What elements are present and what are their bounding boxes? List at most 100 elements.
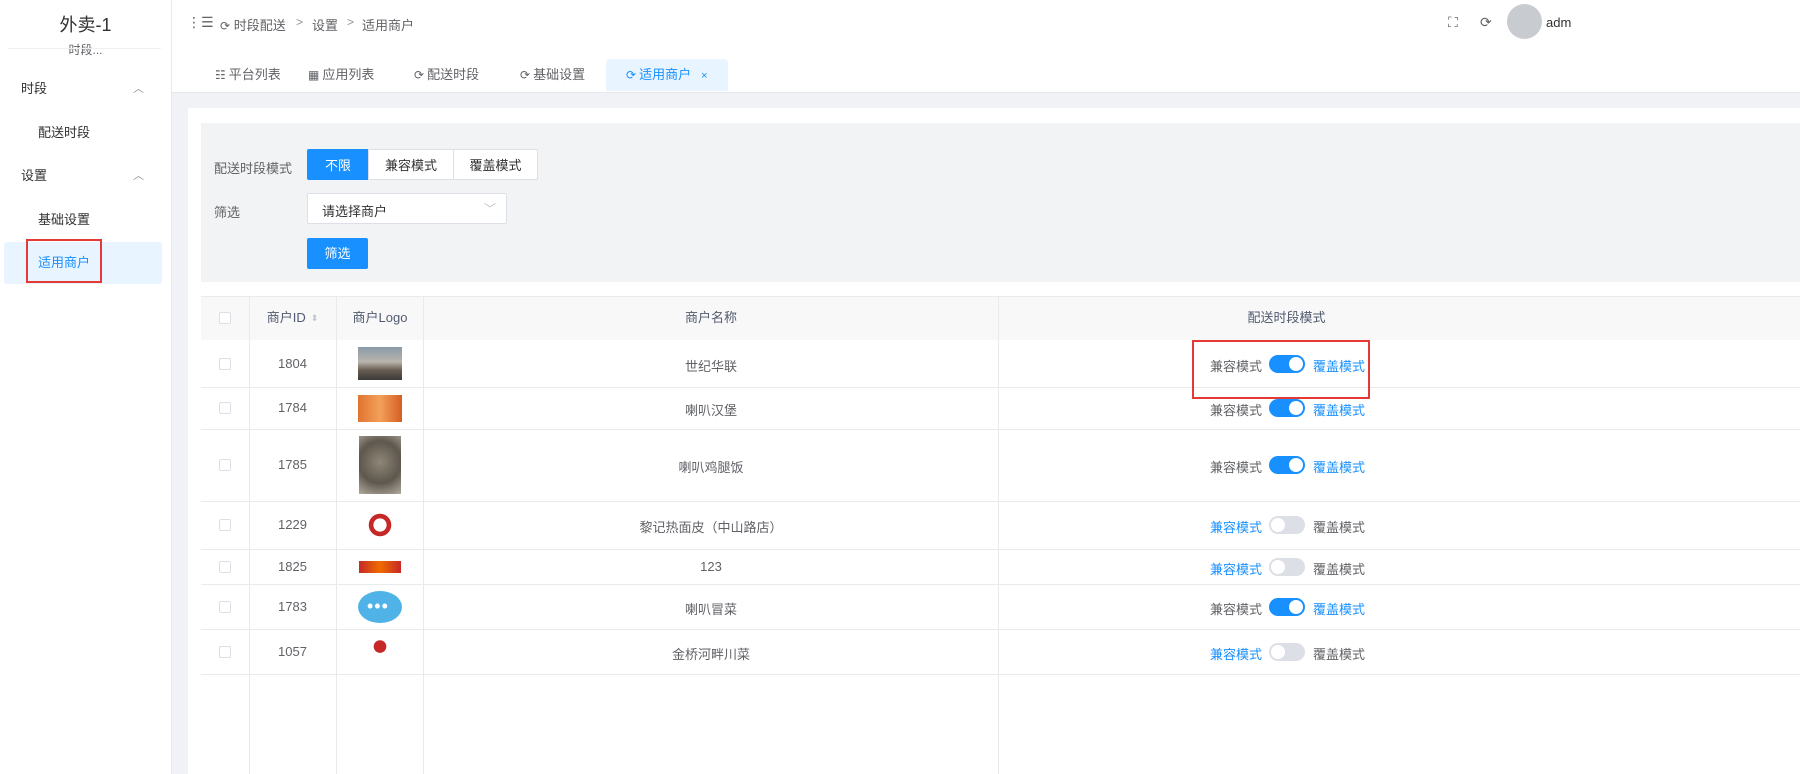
toggle-knob	[1271, 559, 1285, 574]
divider	[201, 296, 1800, 297]
divider	[201, 387, 1800, 388]
merchant-table: 商户ID ⬍ 商户Logo 商户名称 配送时段模式 1804 世纪华联 兼容模式 覆盖模…	[201, 296, 1800, 774]
breadcrumb-item[interactable]: 设置	[312, 15, 338, 34]
row-checkbox[interactable]	[219, 600, 231, 613]
mode-compatible-label[interactable]: 兼容模式	[1210, 644, 1262, 663]
divider	[201, 501, 1800, 502]
seal-logo-icon	[368, 511, 392, 539]
row-checkbox[interactable]	[219, 560, 231, 573]
mode-toggle-switch[interactable]	[1269, 399, 1305, 417]
merchant-id: 1783	[278, 598, 307, 614]
divider	[201, 629, 1800, 630]
refresh-icon[interactable]: ⟳	[1480, 14, 1492, 31]
row-checkbox[interactable]	[219, 645, 231, 658]
breadcrumb-item[interactable]: 时段配送	[234, 18, 286, 33]
close-icon[interactable]: ×	[701, 70, 707, 82]
mode-switch-group: 兼容模式 覆盖模式	[1210, 456, 1370, 476]
sidebar: 外卖-1 时段... 时段 ︿ 配送时段 设置 ︿ 基础设置 适用商户	[0, 0, 172, 774]
refresh-icon: ⟳	[520, 68, 531, 82]
row-checkbox[interactable]	[219, 519, 231, 531]
select-all-checkbox[interactable]	[219, 312, 231, 324]
top-header: ⋮☰ ⟳ 时段配送 > 设置 > 适用商户 ⛶ ⟳ adm	[172, 0, 1800, 46]
mode-override-label[interactable]: 覆盖模式	[1313, 400, 1365, 419]
menu-item-label: 配送时段	[38, 125, 91, 140]
merchant-id: 1229	[278, 517, 307, 532]
filter-button[interactable]: 筛选	[307, 238, 368, 269]
photo-icon	[358, 347, 402, 380]
mode-option-override[interactable]: 覆盖模式	[453, 149, 538, 180]
row-checkbox[interactable]	[219, 357, 231, 370]
mode-override-label[interactable]: 覆盖模式	[1313, 559, 1365, 578]
fullscreen-icon[interactable]: ⛶	[1448, 14, 1458, 31]
divider	[201, 549, 1800, 550]
row-checkbox[interactable]	[219, 459, 231, 471]
divider	[998, 296, 999, 774]
menu-item-delivery-slots[interactable]: 配送时段	[4, 112, 162, 154]
toggle-knob	[1271, 644, 1285, 659]
mode-toggle-switch[interactable]	[1269, 516, 1305, 534]
menu-group-timeslot[interactable]: 时段 ︿	[0, 69, 171, 109]
food-photo-icon	[358, 394, 402, 422]
merchant-id: 1784	[278, 400, 307, 415]
tab-basic-settings[interactable]: ⟳ 基础设置	[520, 59, 585, 91]
breadcrumb-separator: >	[296, 15, 304, 29]
tab-label: 平台列表	[228, 67, 281, 82]
refresh-icon: ⟳	[414, 68, 425, 82]
tab-app-list[interactable]: ▦ 应用列表	[308, 59, 374, 91]
menu-item-label: 基础设置	[38, 212, 91, 227]
merchant-select[interactable]: 请选择商户 ﹀	[307, 193, 507, 224]
toggle-knob	[1289, 599, 1303, 614]
mode-toggle-switch[interactable]	[1269, 456, 1305, 474]
grid-icon: ▦	[308, 68, 320, 82]
breadcrumb: ⟳ 时段配送	[220, 15, 286, 34]
tab-platform-list[interactable]: ☷ 平台列表	[215, 59, 281, 91]
column-header-mode: 配送时段模式	[1247, 310, 1326, 325]
mode-override-label[interactable]: 覆盖模式	[1313, 599, 1365, 618]
refresh-icon: ⟳	[626, 68, 637, 82]
tab-label: 适用商户	[639, 67, 692, 82]
chat-bubble-icon: •••	[358, 590, 402, 623]
chevron-up-icon: ︿	[133, 170, 144, 182]
divider	[201, 584, 1800, 585]
cat-photo-icon	[359, 436, 401, 494]
mode-toggle-switch[interactable]	[1269, 597, 1305, 616]
mode-compatible-label[interactable]: 兼容模式	[1210, 457, 1262, 476]
chevron-down-icon: ﹀	[483, 202, 496, 216]
menu-group-settings[interactable]: 设置 ︿	[0, 156, 171, 196]
username[interactable]: adm	[1546, 15, 1571, 30]
tab-delivery-slots[interactable]: ⟳ 配送时段	[414, 59, 479, 91]
sort-icon[interactable]: ⬍	[311, 313, 319, 323]
mode-override-label[interactable]: 覆盖模式	[1313, 457, 1365, 476]
mode-switch-group: 兼容模式 覆盖模式	[1210, 399, 1370, 419]
tab-applicable-merchants[interactable]: ⟳ 适用商户 ×	[606, 59, 728, 91]
main-content: 配送时段模式 不限 兼容模式 覆盖模式 筛选 请选择商户 ﹀ 筛选 商户ID ⬍ …	[188, 108, 1800, 774]
mode-override-label[interactable]: 覆盖模式	[1313, 517, 1365, 536]
merchant-id: 1057	[278, 643, 307, 659]
merchant-select-placeholder: 请选择商户	[322, 204, 388, 219]
tab-label: 应用列表	[322, 67, 375, 82]
mode-toggle-switch[interactable]	[1269, 557, 1305, 576]
row-checkbox[interactable]	[219, 402, 231, 414]
menu-collapse-icon[interactable]: ⋮☰	[187, 14, 214, 31]
divider	[201, 429, 1800, 430]
merchant-name: 喇叭冒菜	[684, 601, 737, 617]
mode-override-label[interactable]: 覆盖模式	[1313, 644, 1365, 663]
mode-toggle-switch[interactable]	[1269, 642, 1305, 661]
restaurant-logo-icon	[363, 635, 397, 668]
avatar[interactable]	[1507, 4, 1542, 39]
mode-compatible-label[interactable]: 兼容模式	[1210, 559, 1262, 578]
merchant-name: 喇叭汉堡	[684, 403, 737, 418]
merchant-name: 黎记热面皮（中山路店）	[639, 520, 783, 535]
mode-option-unlimited[interactable]: 不限	[307, 149, 369, 180]
mode-option-compatible[interactable]: 兼容模式	[368, 149, 454, 180]
merchant-name: 123	[700, 558, 722, 574]
column-header-logo: 商户Logo	[352, 310, 408, 325]
menu-item-basic-settings[interactable]: 基础设置	[4, 199, 162, 241]
column-header-id[interactable]: 商户ID ⬍	[249, 296, 336, 340]
mode-compatible-label[interactable]: 兼容模式	[1210, 517, 1262, 536]
column-header-label: 商户ID	[266, 310, 306, 325]
mode-compatible-label[interactable]: 兼容模式	[1210, 599, 1262, 618]
list-icon: ☷	[215, 68, 226, 82]
mode-compatible-label[interactable]: 兼容模式	[1210, 400, 1262, 419]
mode-switch-group: 兼容模式 覆盖模式	[1210, 642, 1370, 663]
